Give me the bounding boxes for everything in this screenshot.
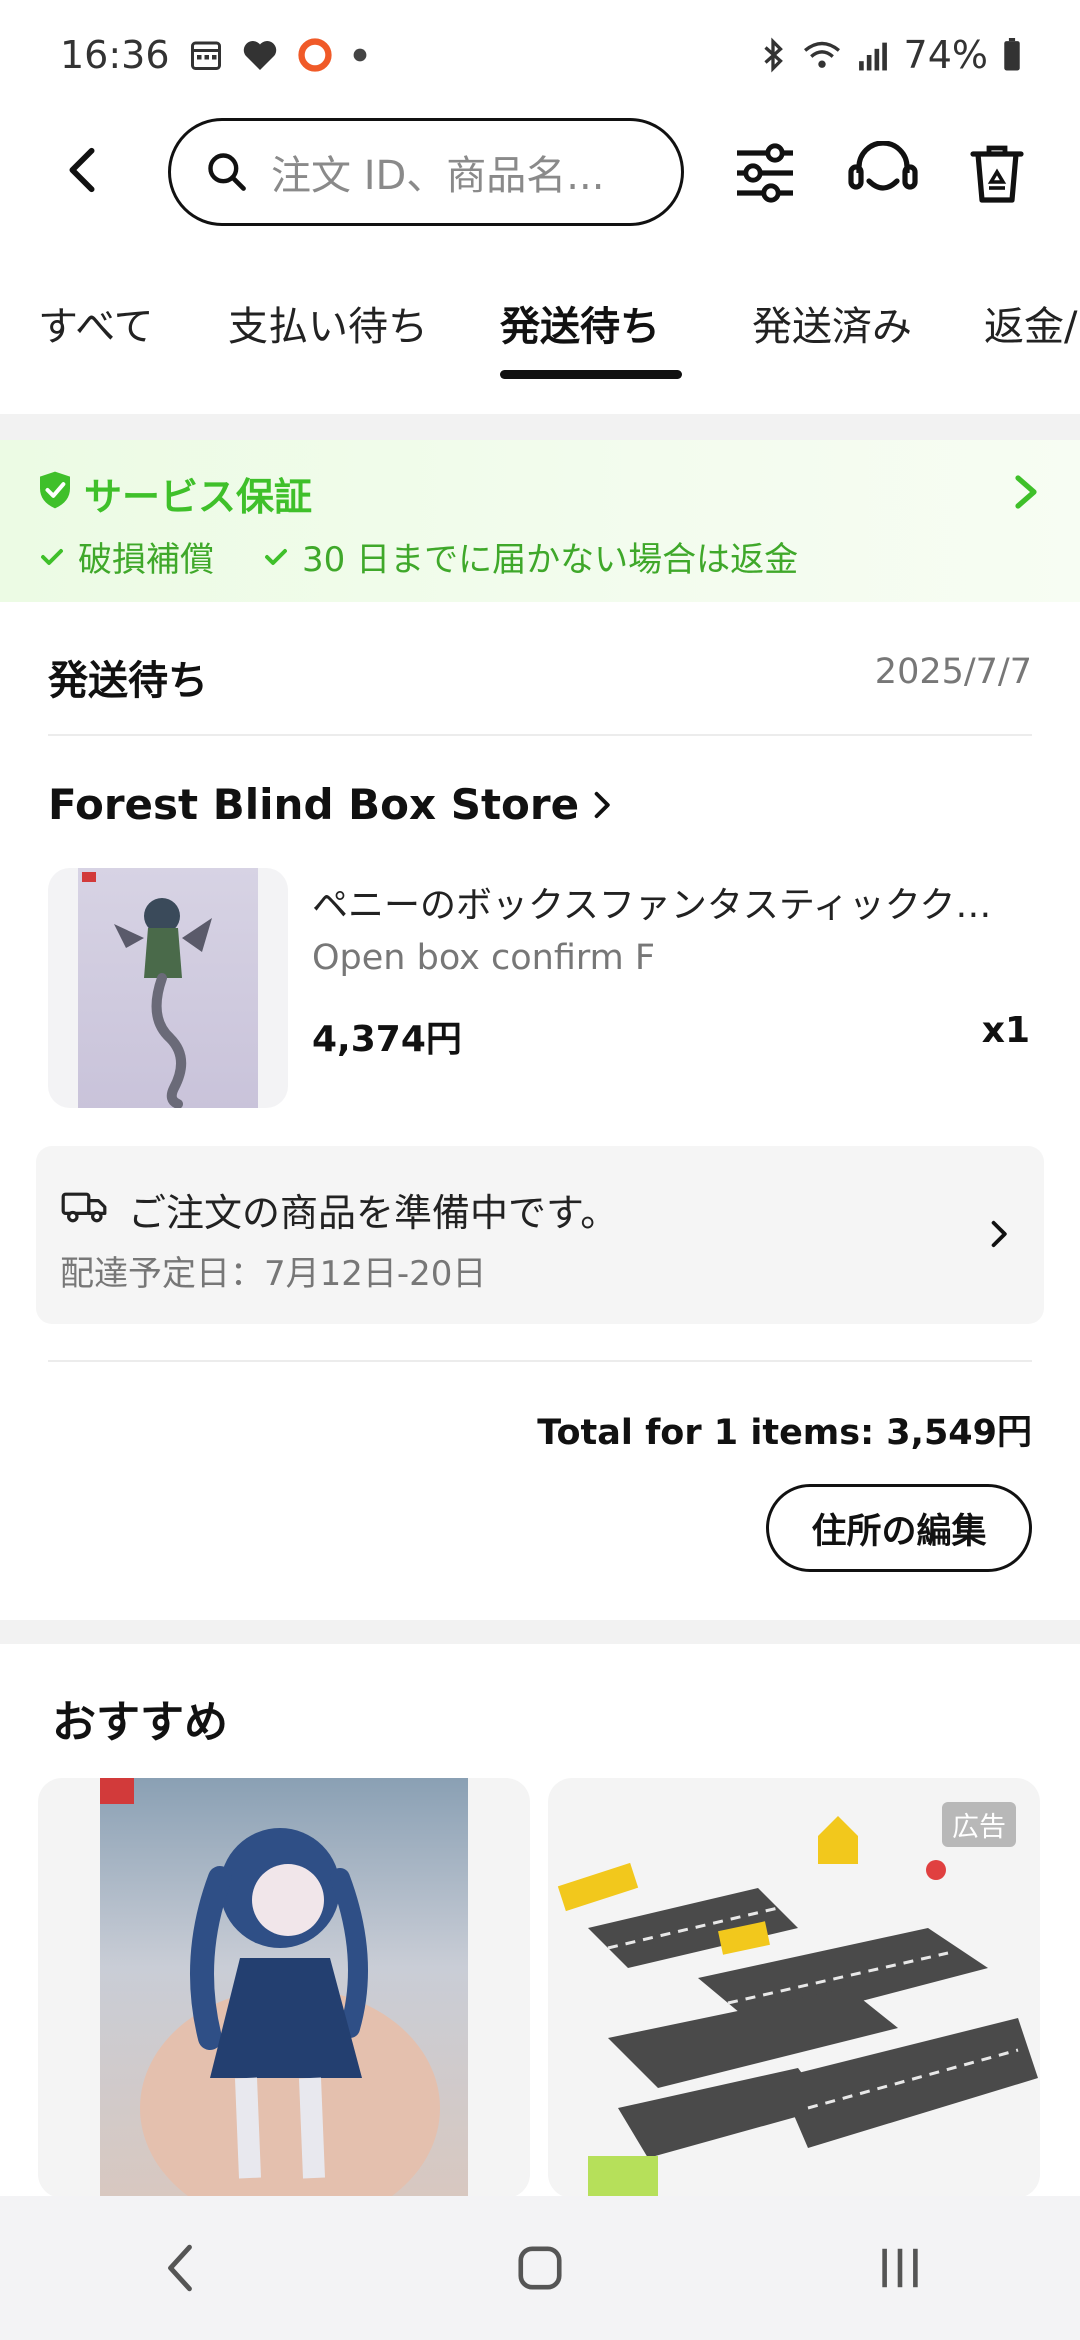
chevron-left-icon xyxy=(69,147,95,193)
product-thumbnail[interactable] xyxy=(48,868,288,1108)
headset-icon xyxy=(848,141,918,191)
tab-all[interactable]: すべて xyxy=(38,294,154,352)
calendar-icon xyxy=(188,37,224,73)
search-input[interactable]: 注文 ID、商品名... xyxy=(168,118,684,226)
search-placeholder: 注文 ID、商品名... xyxy=(271,153,605,199)
service-item-damage: 破損補償 xyxy=(40,532,214,581)
recommended-ad-card[interactable]: 広告 xyxy=(548,1778,1040,2198)
signal-icon xyxy=(856,38,890,72)
product-image xyxy=(100,1778,468,2198)
nav-back-button[interactable] xyxy=(120,2218,240,2318)
order-total: Total for 1 items: 3,549円 xyxy=(537,1413,1032,1453)
product-variant: Open box confirm F xyxy=(312,938,656,978)
product-title[interactable]: ペニーのボックスファンタスティッククリー... xyxy=(312,876,1022,928)
nav-home-icon xyxy=(518,2246,562,2290)
system-navigation-bar xyxy=(0,2196,1080,2340)
sliders-icon xyxy=(737,143,793,203)
shipping-message: ご注文の商品を準備中です。 xyxy=(128,1191,619,1235)
customer-support-button[interactable] xyxy=(846,140,920,206)
header: 注文 ID、商品名... xyxy=(0,110,1080,235)
check-icon xyxy=(265,548,287,565)
battery-percent: 74% xyxy=(903,33,988,77)
tab-refund[interactable]: 返金/ xyxy=(984,294,1077,352)
divider xyxy=(48,734,1032,736)
chevron-right-icon xyxy=(991,1220,1007,1248)
back-button[interactable] xyxy=(50,138,114,202)
ad-badge: 広告 xyxy=(942,1802,1016,1847)
product-price: 4,374円 xyxy=(312,1019,462,1060)
notification-dot-icon xyxy=(352,47,368,63)
search-icon xyxy=(208,153,246,191)
section-divider xyxy=(0,1620,1080,1644)
filter-button[interactable] xyxy=(732,140,798,206)
section-divider xyxy=(0,414,1080,440)
service-item-label: 破損補償 xyxy=(78,540,214,580)
heart-icon xyxy=(242,38,278,72)
bluetooth-icon xyxy=(758,37,788,73)
status-right: 74% xyxy=(758,33,1022,77)
product-image xyxy=(78,868,258,1108)
service-title: サービス保証 xyxy=(84,475,313,519)
service-guarantee-banner[interactable]: サービス保証 破損補償 30 日までに届かない場合は返金 xyxy=(0,440,1080,602)
shield-check-icon xyxy=(40,471,70,509)
nav-recents-icon xyxy=(882,2248,918,2288)
trash-recycle-icon xyxy=(970,145,1024,203)
status-left: 16:36 xyxy=(60,33,368,77)
tab-awaiting-shipment[interactable]: 発送待ち xyxy=(500,294,660,352)
divider xyxy=(48,1360,1032,1362)
nav-back-icon xyxy=(168,2244,192,2292)
order-status: 発送待ち xyxy=(48,658,208,704)
active-tab-indicator xyxy=(500,370,682,379)
store-link[interactable]: Forest Blind Box Store xyxy=(48,780,613,829)
delivery-estimate: 配達予定日：7月12日-20日 xyxy=(60,1254,487,1294)
edit-address-button[interactable]: 住所の編集 xyxy=(766,1484,1032,1572)
wifi-icon xyxy=(802,37,842,73)
chevron-right-icon xyxy=(1015,475,1037,509)
check-icon xyxy=(41,548,63,565)
store-name: Forest Blind Box Store xyxy=(48,780,580,829)
battery-icon xyxy=(1002,38,1022,72)
nav-home-button[interactable] xyxy=(480,2218,600,2318)
service-item-refund: 30 日までに届かない場合は返金 xyxy=(264,532,798,581)
recommended-product-card[interactable] xyxy=(38,1778,530,2198)
nav-recents-button[interactable] xyxy=(840,2218,960,2318)
shipping-status-card[interactable]: ご注文の商品を準備中です。 配達予定日：7月12日-20日 xyxy=(36,1146,1044,1324)
status-time: 16:36 xyxy=(60,33,170,77)
tab-shipped[interactable]: 発送済み xyxy=(752,294,912,352)
recycle-bin-button[interactable] xyxy=(964,140,1030,206)
product-quantity: x1 xyxy=(981,1010,1030,1051)
service-item-label: 30 日までに届かない場合は返金 xyxy=(302,540,799,580)
chevron-right-icon xyxy=(594,791,610,818)
truck-icon xyxy=(61,1192,107,1223)
status-bar: 16:36 74% xyxy=(0,0,1080,110)
tab-awaiting-payment[interactable]: 支払い待ち xyxy=(228,294,428,352)
order-date: 2025/7/7 xyxy=(874,652,1032,692)
ring-app-icon xyxy=(296,36,334,74)
recommendations-title: おすすめ xyxy=(52,1697,228,1748)
